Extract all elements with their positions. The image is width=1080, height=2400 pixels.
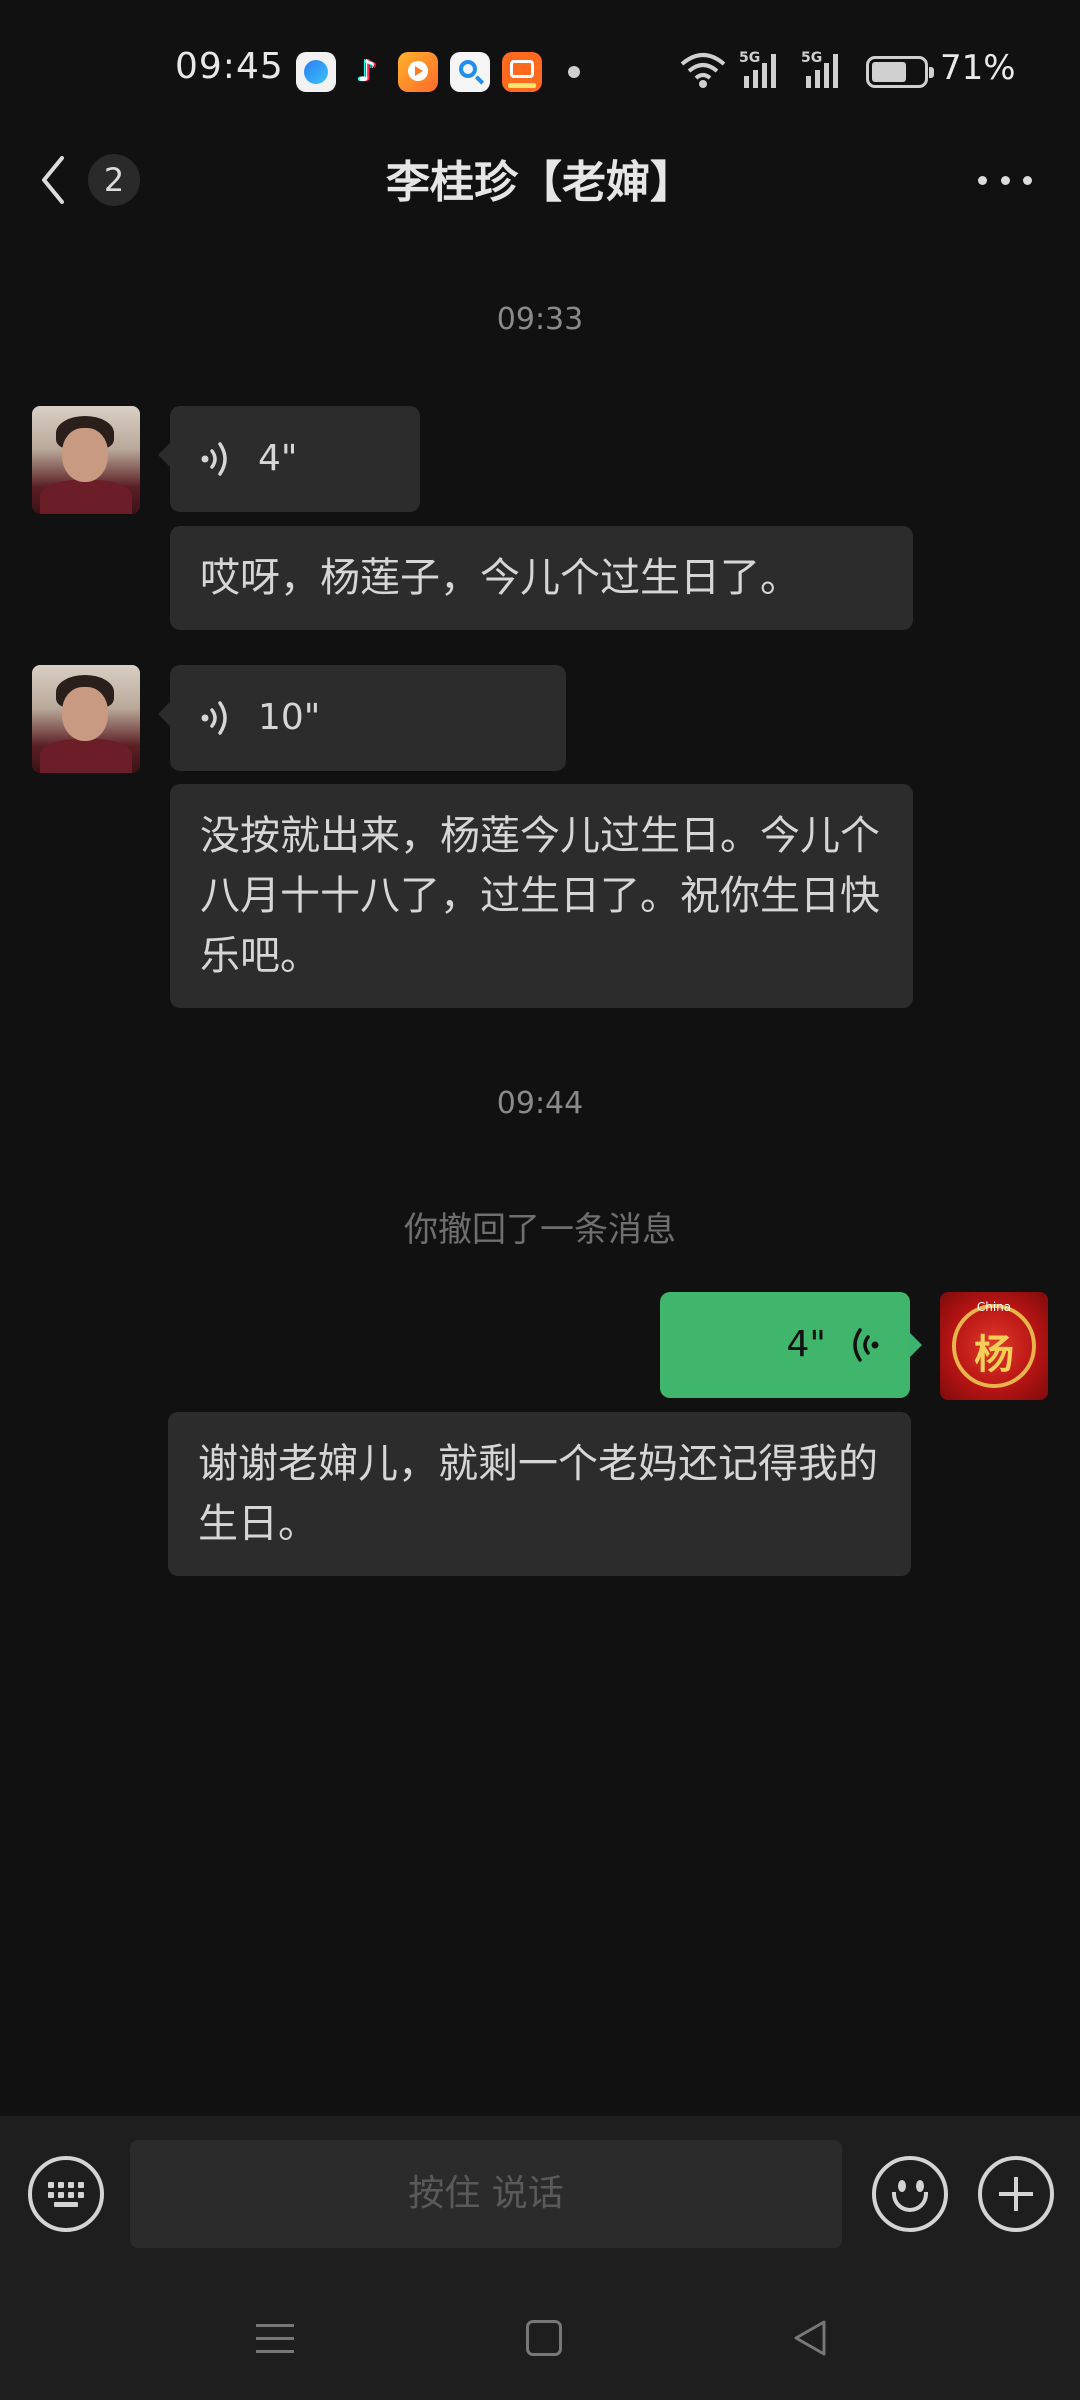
timestamp: 09:33 — [496, 302, 584, 337]
hold-to-talk-button[interactable]: 按住 说话 — [130, 2140, 842, 2248]
message-text: 没按就出来，杨莲今儿过生日。今儿个八月十十八了，过生日了。祝你生日快乐吧。 — [200, 813, 880, 979]
svg-text:5G: 5G — [801, 50, 822, 66]
my-avatar[interactable]: China 杨 — [940, 1292, 1048, 1400]
keyboard-icon — [48, 2182, 84, 2208]
battery-percent: 71% — [940, 48, 1016, 88]
svg-text:5G: 5G — [739, 50, 760, 66]
recent-apps-button[interactable] — [256, 2320, 294, 2358]
status-time: 09:45 — [175, 46, 284, 87]
signal-5g-icon-2: 5G — [801, 50, 838, 88]
home-button[interactable] — [526, 2320, 562, 2356]
voice-wave-icon — [201, 701, 227, 735]
chat-title: 李桂珍【老婶】 — [386, 157, 694, 208]
my-voice-transcript-bubble[interactable]: 谢谢老婶儿，就剩一个老妈还记得我的生日。 — [168, 1412, 911, 1576]
more-dots-icon — [978, 175, 987, 185]
video-app-icon — [398, 52, 438, 92]
message-text: 哎呀，杨莲子，今儿个过生日了。 — [200, 555, 800, 601]
douyin-app-icon: ♪ — [347, 52, 387, 92]
keyboard-toggle-button[interactable] — [28, 2156, 104, 2232]
smiley-icon — [898, 2180, 906, 2192]
voice-duration: 4" — [258, 438, 298, 479]
unread-count-badge: 2 — [88, 154, 140, 206]
timestamp-2: 09:44 — [496, 1086, 584, 1121]
wifi-icon — [680, 53, 726, 88]
battery-level — [872, 62, 906, 82]
chat-screen: 09:45 ♪ 5G 5G 71% 2 李桂珍【老婶】 09:33 4" 哎呀，… — [0, 0, 1080, 2400]
notification-dot-icon — [568, 66, 580, 78]
voice-transcript-bubble-2[interactable]: 没按就出来，杨莲今儿过生日。今儿个八月十十八了，过生日了。祝你生日快乐吧。 — [170, 784, 913, 1008]
voice-wave-icon — [201, 442, 227, 476]
battery-icon — [866, 56, 934, 88]
shop-app-icon — [502, 52, 542, 92]
chat-header: 2 李桂珍【老婶】 — [0, 130, 1080, 230]
browser-app-icon — [296, 52, 336, 92]
message-text: 谢谢老婶儿，就剩一个老妈还记得我的生日。 — [198, 1441, 878, 1547]
back-button[interactable]: 2 — [38, 144, 148, 216]
search-app-icon — [450, 52, 490, 92]
more-options-button[interactable] — [970, 160, 1040, 200]
voice-duration: 10" — [258, 697, 321, 738]
voice-duration: 4" — [786, 1324, 826, 1365]
status-bar: 09:45 ♪ 5G 5G 71% — [0, 0, 1080, 130]
voice-transcript-bubble[interactable]: 哎呀，杨莲子，今儿个过生日了。 — [170, 526, 913, 630]
recall-notice: 你撤回了一条消息 — [404, 1210, 676, 1250]
voice-wave-icon — [853, 1328, 879, 1362]
back-triangle-icon[interactable] — [790, 2318, 830, 2358]
voice-message-bubble[interactable]: 4" — [158, 406, 420, 512]
friend-avatar-2[interactable] — [32, 665, 140, 773]
more-functions-button[interactable] — [978, 2156, 1054, 2232]
voice-message-bubble-2[interactable]: 10" — [158, 665, 566, 771]
chevron-left-icon — [42, 156, 64, 204]
input-bar: 按住 说话 — [0, 2116, 1080, 2276]
friend-avatar[interactable] — [32, 406, 140, 514]
my-voice-message-bubble[interactable]: 4" — [660, 1292, 922, 1398]
system-navigation-bar — [0, 2276, 1080, 2400]
emoji-button[interactable] — [872, 2156, 948, 2232]
signal-5g-icon: 5G — [739, 50, 776, 88]
